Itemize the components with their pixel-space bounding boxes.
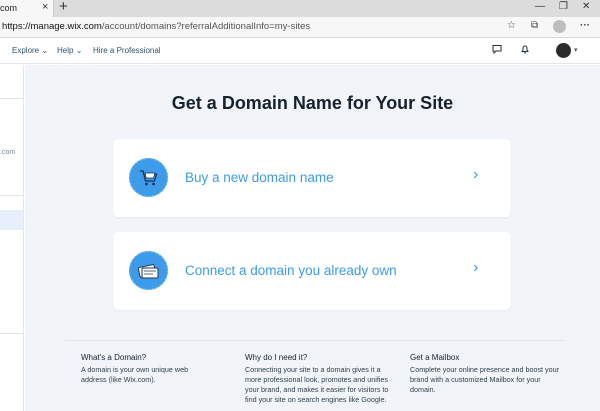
info-what-is-domain: What's a Domain? A domain is your own un… xyxy=(81,353,231,385)
avatar[interactable] xyxy=(556,43,571,58)
chevron-right-icon: › xyxy=(473,166,479,183)
close-window-icon[interactable]: ✕ xyxy=(582,1,590,12)
sidebar-divider xyxy=(0,98,23,99)
sidebar-divider xyxy=(0,333,23,334)
info-text: A domain is your own unique web address … xyxy=(81,365,189,384)
info-why-need-it: Why do I need it? Connecting your site t… xyxy=(245,353,395,405)
close-tab-icon[interactable]: × xyxy=(42,1,48,13)
connect-domain-card[interactable]: Connect a domain you already own › xyxy=(113,232,511,310)
browser-tab[interactable]: com × xyxy=(0,0,54,17)
main-content: Get a Domain Name for Your Site Buy a ne… xyxy=(25,65,600,411)
chevron-down-icon[interactable]: ▾ xyxy=(574,46,578,54)
browser-tab-strip: com × + — ❐ ✕ xyxy=(0,0,600,17)
divider xyxy=(65,340,565,341)
sidebar-site-url: .com xyxy=(0,149,16,156)
tab-title: com xyxy=(0,3,18,13)
chevron-down-icon: ⌄ xyxy=(41,46,49,55)
connect-domain-label: Connect a domain you already own xyxy=(185,263,397,278)
sidebar-item-domains[interactable] xyxy=(0,210,23,230)
bell-icon[interactable] xyxy=(520,44,530,57)
url-host: https://manage.wix.com xyxy=(2,21,102,32)
page-title: Get a Domain Name for Your Site xyxy=(171,93,454,113)
sidebar-divider xyxy=(0,195,23,196)
collections-icon[interactable]: ⧉ xyxy=(531,20,538,31)
url-path: /account/domains?referralAdditionalInfo=… xyxy=(101,21,311,32)
info-text: Complete your online presence and boost … xyxy=(410,365,560,394)
minimize-icon[interactable]: — xyxy=(535,1,545,12)
star-icon[interactable]: ☆ xyxy=(507,20,516,31)
nav-explore-label: Explore xyxy=(12,46,40,55)
domain-card-icon xyxy=(129,251,168,290)
info-title: Why do I need it? xyxy=(245,353,308,362)
nav-help[interactable]: Help ⌄ xyxy=(57,46,82,55)
cart-icon xyxy=(129,158,168,197)
top-nav: Explore ⌄ Help ⌄ Hire a Professional ▾ xyxy=(0,38,600,64)
info-text: Connecting your site to a domain gives i… xyxy=(245,365,389,404)
address-bar: https://manage.wix.com/account/domains?r… xyxy=(0,17,600,38)
buy-domain-label: Buy a new domain name xyxy=(185,170,334,185)
profile-icon[interactable] xyxy=(553,20,566,33)
buy-domain-card[interactable]: Buy a new domain name › xyxy=(113,139,511,217)
info-title: Get a Mailbox xyxy=(410,353,460,362)
chat-icon[interactable] xyxy=(492,44,502,57)
nav-hire-professional[interactable]: Hire a Professional xyxy=(93,46,161,55)
url-field[interactable]: https://manage.wix.com/account/domains?r… xyxy=(2,21,310,32)
chevron-down-icon: ⌄ xyxy=(75,46,83,55)
nav-help-label: Help xyxy=(57,46,74,55)
sidebar: .com xyxy=(0,65,24,411)
info-title: What's a Domain? xyxy=(81,353,147,362)
info-get-mailbox: Get a Mailbox Complete your online prese… xyxy=(410,353,560,395)
restore-icon[interactable]: ❐ xyxy=(559,1,568,12)
chevron-right-icon: › xyxy=(473,259,479,276)
new-tab-button[interactable]: + xyxy=(59,0,68,15)
nav-explore[interactable]: Explore ⌄ xyxy=(12,46,48,55)
more-icon[interactable]: ··· xyxy=(580,20,590,31)
